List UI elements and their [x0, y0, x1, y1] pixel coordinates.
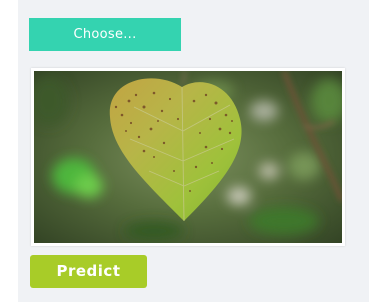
- predict-button[interactable]: Predict: [30, 255, 147, 288]
- leaf-photo: [34, 71, 342, 243]
- choose-file-button[interactable]: Choose...: [29, 18, 181, 51]
- image-preview: [31, 68, 345, 246]
